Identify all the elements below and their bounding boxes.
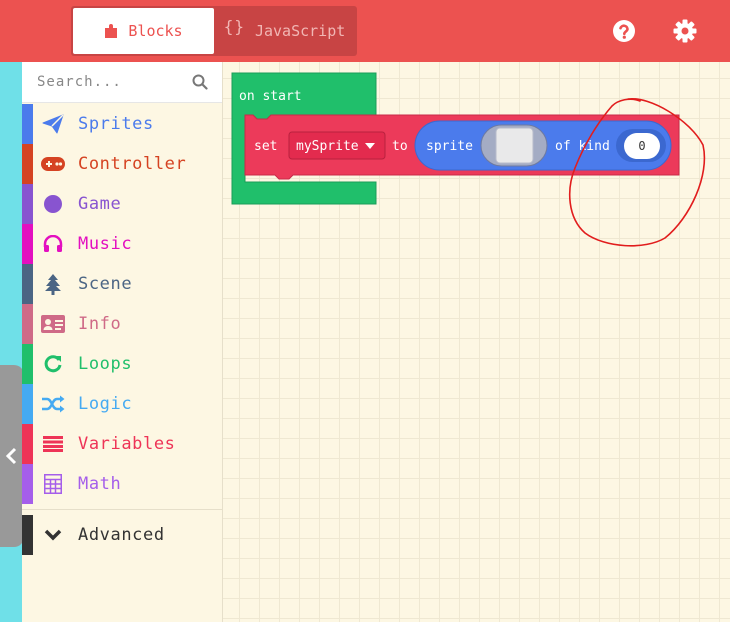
category-controller[interactable]: Controller [22, 144, 222, 184]
category-info[interactable]: Info [22, 304, 222, 344]
gamepad-icon [41, 153, 65, 175]
tab-blocks[interactable]: Blocks [73, 8, 214, 54]
help-icon[interactable] [611, 18, 637, 44]
category-color-bar [22, 264, 33, 304]
tab-javascript[interactable]: {} JavaScript [214, 8, 355, 54]
sprite-image-preview [495, 127, 534, 164]
sprite-label: sprite [426, 139, 473, 154]
category-color-bar [22, 515, 33, 555]
id-card-icon [41, 313, 65, 335]
category-label: Sprites [78, 114, 154, 134]
category-color-bar [22, 384, 33, 424]
braces-icon: {} [223, 16, 245, 36]
search-input[interactable] [37, 72, 187, 92]
search-icon[interactable] [192, 74, 208, 90]
tab-javascript-label: JavaScript [254, 22, 346, 40]
category-color-bar [22, 104, 33, 144]
headphones-icon [41, 233, 65, 255]
collapse-simulator-button[interactable] [0, 365, 24, 547]
toolbox-divider [22, 509, 222, 510]
category-loops[interactable]: Loops [22, 344, 222, 384]
category-color-bar [22, 464, 33, 504]
blocks-canvas: on start set mySprite to sprite of kind [231, 72, 680, 205]
variable-dropdown[interactable]: mySprite [288, 131, 386, 160]
calculator-icon [41, 473, 65, 495]
kind-value: 0 [638, 139, 645, 153]
category-color-bar [22, 304, 33, 344]
category-variables[interactable]: Variables [22, 424, 222, 464]
list-icon [41, 433, 65, 455]
category-label: Loops [78, 354, 133, 374]
category-color-bar [22, 224, 33, 264]
shuffle-icon [41, 393, 65, 415]
category-game[interactable]: Game [22, 184, 222, 224]
chevron-left-icon [5, 447, 17, 465]
sprite-image-picker[interactable] [480, 124, 548, 167]
puzzle-icon [105, 24, 118, 38]
sprite-of-kind-block[interactable]: sprite of kind 0 [414, 120, 672, 171]
category-label: Variables [78, 434, 176, 454]
toolbox-search [22, 62, 222, 103]
category-color-bar [22, 424, 33, 464]
category-label: Advanced [78, 525, 165, 545]
tab-blocks-label: Blocks [128, 22, 183, 40]
category-color-bar [22, 184, 33, 224]
category-scene[interactable]: Scene [22, 264, 222, 304]
category-label: Logic [78, 394, 133, 414]
category-sprites[interactable]: Sprites [22, 104, 222, 144]
kind-value-field[interactable]: 0 [616, 129, 666, 162]
refresh-icon [41, 353, 65, 375]
top-bar: Blocks {} JavaScript [0, 0, 730, 62]
category-advanced[interactable]: Advanced [22, 515, 222, 555]
to-label: to [392, 139, 408, 154]
category-logic[interactable]: Logic [22, 384, 222, 424]
category-label: Math [78, 474, 122, 494]
category-label: Game [78, 194, 122, 214]
category-music[interactable]: Music [22, 224, 222, 264]
circle-icon [41, 193, 65, 215]
block-workspace[interactable]: on start set mySprite to sprite of kind [223, 62, 730, 622]
gear-icon[interactable] [672, 18, 698, 44]
on-start-label: on start [239, 89, 302, 104]
category-label: Controller [78, 154, 187, 174]
chevron-down-icon [41, 524, 65, 546]
category-label: Scene [78, 274, 133, 294]
category-math[interactable]: Math [22, 464, 222, 504]
paper-plane-icon [41, 113, 65, 135]
set-label: set [254, 139, 277, 154]
variable-name: mySprite [296, 139, 359, 154]
toolbox: Sprites Controller Game Music Scene [22, 62, 223, 622]
of-kind-label: of kind [555, 139, 610, 154]
category-color-bar [22, 144, 33, 184]
category-color-bar [22, 344, 33, 384]
category-label: Music [78, 234, 133, 254]
category-label: Info [78, 314, 122, 334]
tree-icon [41, 273, 65, 295]
editor-tab-switcher: Blocks {} JavaScript [71, 6, 357, 56]
